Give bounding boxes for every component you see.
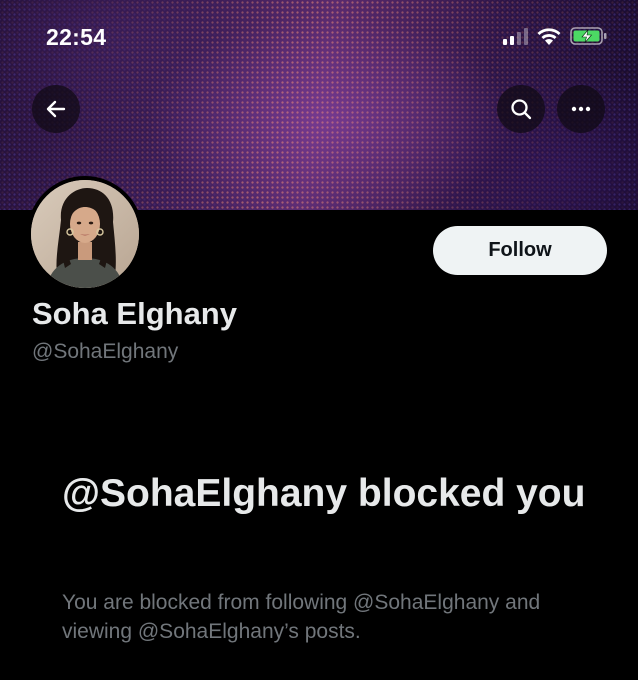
search-button[interactable] [497, 85, 545, 133]
profile-photo [31, 180, 139, 288]
follow-button[interactable]: Follow [433, 226, 607, 275]
more-button[interactable] [557, 85, 605, 133]
blocked-title: @SohaElghany blocked you [62, 472, 586, 515]
back-button[interactable] [32, 85, 80, 133]
search-icon [511, 99, 532, 120]
display-name: Soha Elghany [32, 296, 237, 331]
cellular-signal-icon [503, 27, 528, 45]
status-time: 22:54 [46, 24, 107, 50]
battery-charging-icon [570, 27, 607, 45]
more-horizontal-icon [571, 106, 591, 112]
wifi-icon [537, 28, 561, 45]
arrow-left-icon [46, 100, 66, 118]
avatar[interactable] [27, 176, 143, 292]
status-icons [503, 26, 608, 46]
username-handle: @SohaElghany [32, 340, 179, 363]
blocked-message: You are blocked from following @SohaElgh… [62, 591, 541, 643]
